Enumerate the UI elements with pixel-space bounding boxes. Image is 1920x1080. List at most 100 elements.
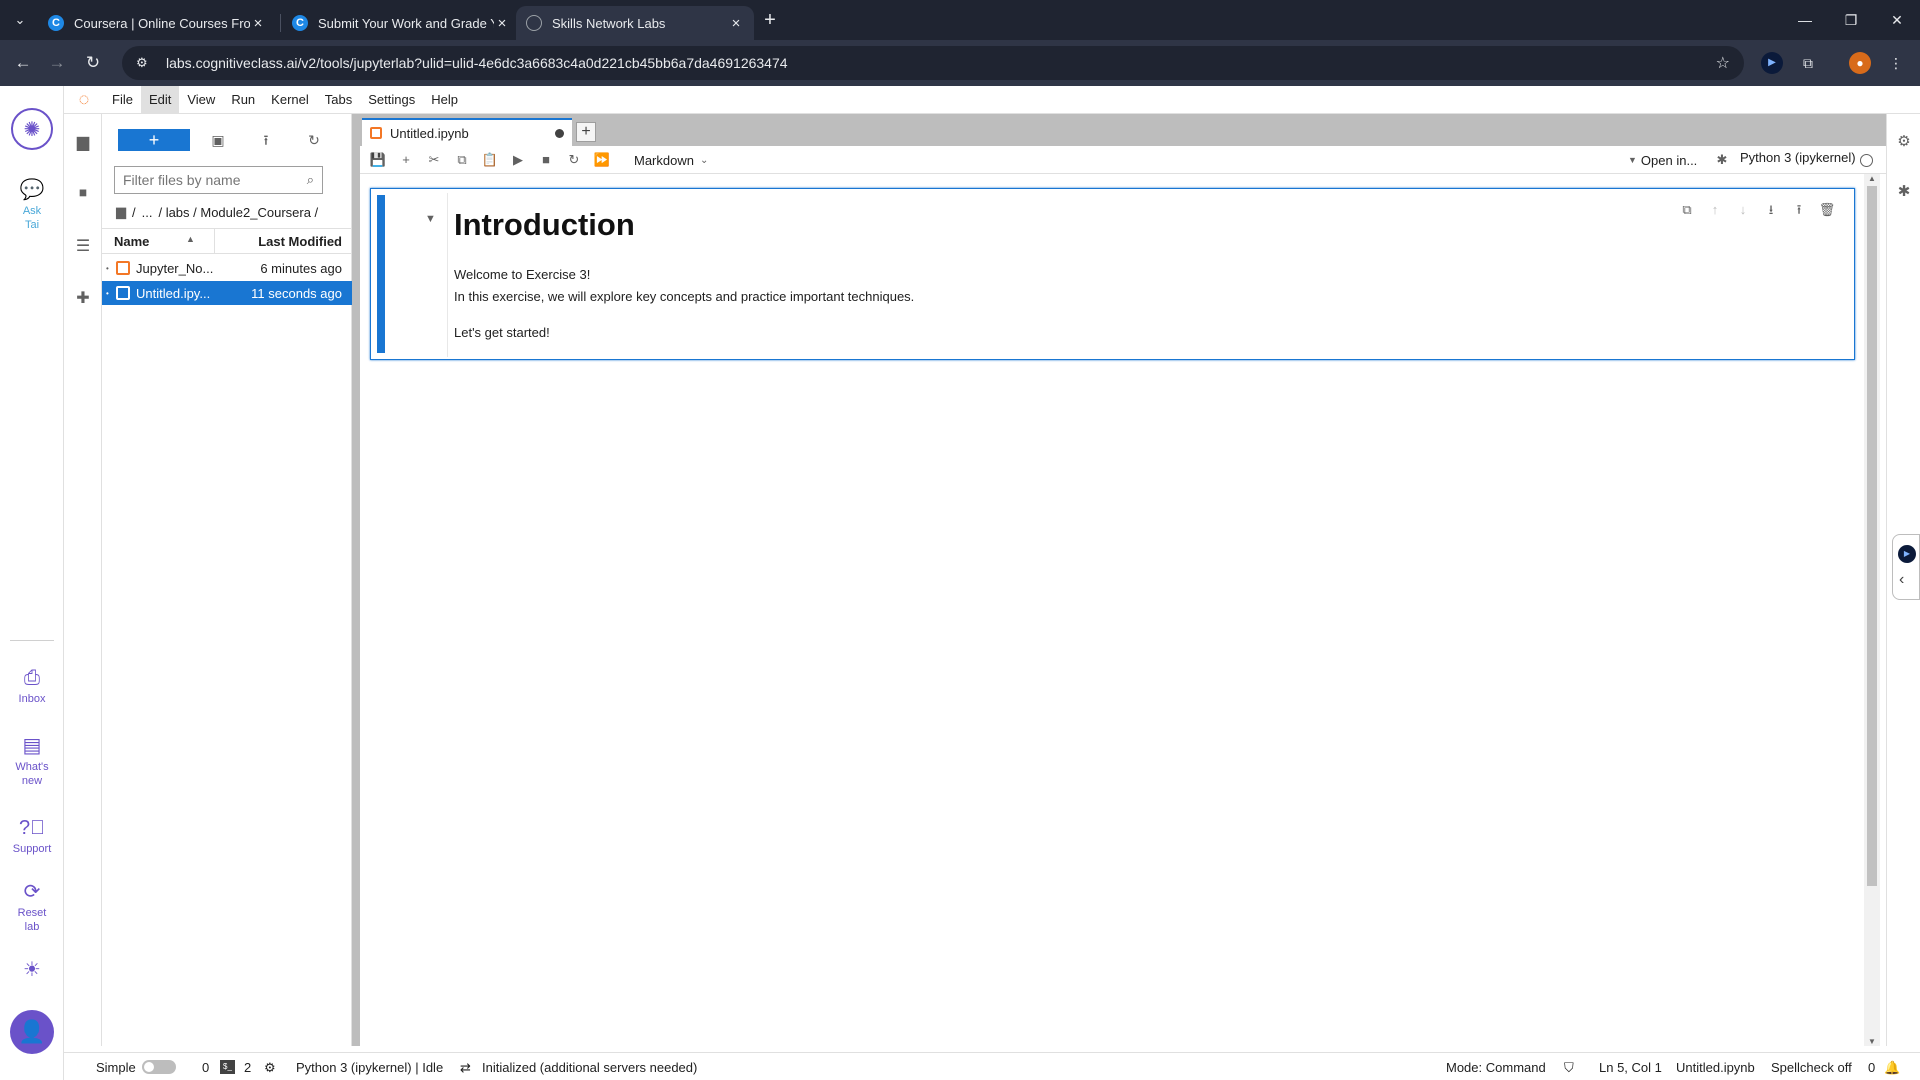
reload-icon[interactable]: ↻ — [80, 50, 106, 76]
move-down-icon[interactable]: ↓ — [1731, 199, 1755, 221]
debugger-bug-icon[interactable]: ✱ — [1710, 148, 1734, 172]
menu-edit[interactable]: Edit — [140, 85, 180, 114]
markdown-cell[interactable]: ▼ ⧉ ↑ ↓ ⭳ ⭱ 🗑 Introduction Welcome to Ex… — [370, 188, 1855, 360]
insert-below-icon[interactable]: ⭱ — [1787, 199, 1811, 221]
browser-tab-submit[interactable]: C Submit Your Work and Grade Y × — [282, 6, 520, 40]
add-tab-icon[interactable]: + — [576, 122, 596, 142]
menu-file[interactable]: File — [104, 86, 141, 114]
browser-tab-coursera[interactable]: C Coursera | Online Courses From × — [38, 6, 276, 40]
bookmark-star-icon[interactable]: ☆ — [1716, 53, 1730, 73]
back-arrow-icon[interactable]: ← — [10, 50, 36, 76]
new-tab-icon[interactable]: + — [758, 8, 782, 32]
delete-cell-icon[interactable]: 🗑 — [1815, 199, 1839, 221]
table-of-contents-icon[interactable]: ☰ — [71, 234, 95, 258]
spellcheck-status[interactable]: Spellcheck off — [1771, 1060, 1852, 1075]
simple-mode-toggle[interactable] — [142, 1060, 176, 1074]
notebook-tab[interactable]: Untitled.ipynb — [362, 118, 572, 146]
menu-help[interactable]: Help — [423, 86, 466, 114]
minimize-icon[interactable]: — — [1782, 0, 1828, 40]
breadcrumb-root[interactable]: / — [132, 205, 136, 220]
column-name-header[interactable]: Name — [114, 234, 149, 249]
running-sessions-icon[interactable]: ⏹ — [71, 182, 95, 206]
close-tab-icon[interactable]: × — [728, 15, 744, 32]
terminal-count[interactable]: 0 — [202, 1060, 209, 1075]
breadcrumb-path[interactable]: / labs / Module2_Coursera / — [158, 205, 318, 220]
extension-manager-icon[interactable]: ✚ — [71, 286, 95, 310]
refresh-icon[interactable]: ↻ — [302, 128, 326, 152]
menu-run[interactable]: Run — [223, 86, 263, 114]
ask-tai-button[interactable]: 💬 Ask Tai — [0, 178, 64, 232]
move-up-icon[interactable]: ↑ — [1703, 199, 1727, 221]
chevron-left-icon[interactable]: ‹ — [1899, 571, 1904, 589]
support-button[interactable]: ?⃝ Support — [0, 816, 64, 856]
cell-collapser[interactable] — [377, 195, 385, 353]
file-row-selected[interactable]: • Untitled.ipy... 11 seconds ago — [102, 281, 352, 305]
restore-icon[interactable]: ❐ — [1828, 0, 1874, 40]
site-settings-icon[interactable]: ⚙ — [136, 55, 154, 71]
theme-toggle-button[interactable]: ☀ — [0, 958, 64, 984]
upload-icon[interactable]: ⭱ — [254, 128, 278, 152]
restart-icon[interactable]: ↻ — [562, 148, 586, 172]
run-icon[interactable]: ▶ — [506, 148, 530, 172]
browser-menu-icon[interactable]: ⋮ — [1885, 52, 1907, 74]
filter-files-input[interactable]: Filter files by name ⌕ — [114, 166, 323, 194]
menu-tabs[interactable]: Tabs — [317, 86, 360, 114]
menu-view[interactable]: View — [179, 86, 223, 114]
skills-network-logo-icon[interactable]: ✺ — [11, 108, 53, 150]
url-text[interactable]: labs.cognitiveclass.ai/v2/tools/jupyterl… — [166, 55, 1716, 71]
scroll-up-icon[interactable]: ▲ — [1866, 174, 1878, 183]
panel-splitter[interactable] — [352, 114, 360, 1046]
home-folder-icon[interactable]: ▆ — [116, 204, 126, 220]
debugger-bug-icon[interactable]: ✱ — [1892, 180, 1916, 204]
close-tab-icon[interactable]: × — [250, 15, 266, 32]
scrollbar-thumb[interactable] — [1867, 186, 1877, 886]
notebook-mode[interactable]: Mode: Command — [1446, 1060, 1546, 1075]
cut-icon[interactable]: ✂ — [422, 148, 446, 172]
breadcrumb-ellipsis[interactable]: ... — [142, 205, 153, 220]
close-tab-icon[interactable]: × — [494, 15, 510, 32]
new-launcher-button[interactable]: + — [118, 129, 190, 151]
trusted-shield-icon[interactable]: ⛉ — [1564, 1060, 1574, 1076]
menu-kernel[interactable]: Kernel — [263, 86, 317, 114]
property-inspector-gears-icon[interactable]: ⚙ — [1892, 130, 1916, 154]
assistant-icon[interactable]: ▶ — [1898, 545, 1916, 563]
stop-icon[interactable]: ■ — [534, 148, 558, 172]
forward-arrow-icon[interactable]: → — [44, 50, 70, 76]
column-modified-header[interactable]: Last Modified — [258, 234, 342, 249]
whats-new-button[interactable]: ▤ What's new — [0, 734, 64, 788]
profile-avatar-icon[interactable]: ● — [1849, 52, 1871, 74]
user-avatar-icon[interactable]: 👤 — [10, 1010, 54, 1054]
menu-settings[interactable]: Settings — [360, 86, 423, 114]
file-row[interactable]: • Jupyter_No... 6 minutes ago — [102, 256, 352, 280]
browser-tab-skills-network[interactable]: Skills Network Labs × — [516, 6, 754, 40]
insert-cell-icon[interactable]: + — [394, 148, 418, 172]
collapse-heading-caret-icon[interactable]: ▼ — [425, 213, 436, 225]
inbox-button[interactable]: ⎙ Inbox — [0, 666, 64, 706]
insert-above-icon[interactable]: ⭳ — [1759, 199, 1783, 221]
extension-icon[interactable]: ▶ — [1761, 52, 1783, 74]
window-close-icon[interactable]: ✕ — [1874, 0, 1920, 40]
kernel-count[interactable]: 2 — [244, 1060, 251, 1075]
tab-search-icon[interactable]: ⌄ — [8, 8, 32, 32]
notebook-scrollbar[interactable]: ▲ ▼ — [1864, 174, 1880, 1046]
file-browser-folder-icon[interactable]: ▆ — [71, 130, 95, 154]
duplicate-cell-icon[interactable]: ⧉ — [1675, 199, 1699, 221]
kernel-status[interactable]: Python 3 (ipykernel) | Idle — [296, 1060, 443, 1075]
run-all-icon[interactable]: ⏩ — [590, 148, 614, 172]
kernel-name[interactable]: Python 3 (ipykernel) — [1740, 150, 1856, 165]
scroll-down-icon[interactable]: ▼ — [1866, 1037, 1878, 1046]
new-folder-icon[interactable]: ▣ — [206, 128, 230, 152]
extensions-puzzle-icon[interactable]: ⧉ — [1797, 52, 1819, 74]
notification-count[interactable]: 0 — [1868, 1060, 1875, 1075]
copy-icon[interactable]: ⧉ — [450, 148, 474, 172]
save-icon[interactable]: 💾 — [366, 148, 390, 172]
cursor-position[interactable]: Ln 5, Col 1 — [1599, 1060, 1662, 1075]
paste-icon[interactable]: 📋 — [478, 148, 502, 172]
floating-widget[interactable]: ▶ ‹ — [1892, 534, 1920, 600]
bell-icon[interactable]: 🔔 — [1884, 1060, 1900, 1076]
open-in-button[interactable]: ▼ Open in... — [1628, 150, 1697, 170]
cell-type-select[interactable]: Markdown ⌄ — [634, 150, 708, 170]
address-bar[interactable]: ⚙ labs.cognitiveclass.ai/v2/tools/jupyte… — [122, 46, 1744, 80]
lsp-status[interactable]: Initialized (additional servers needed) — [482, 1060, 697, 1075]
reset-lab-button[interactable]: ⟳ Reset lab — [0, 880, 64, 934]
